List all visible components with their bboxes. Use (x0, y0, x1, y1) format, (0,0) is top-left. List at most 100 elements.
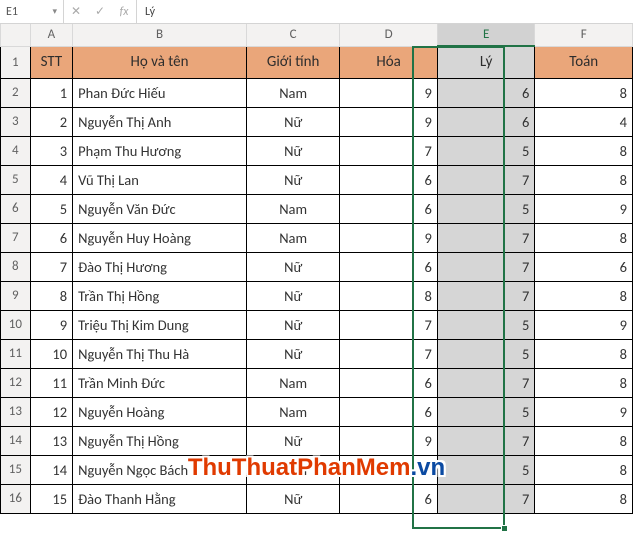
cell[interactable]: 8 (535, 165, 633, 194)
formula-bar-value[interactable]: Lý (137, 5, 163, 19)
cell[interactable]: 7 (437, 165, 535, 194)
row-header[interactable]: 15 (1, 455, 31, 484)
cell[interactable]: 13 (30, 426, 72, 455)
cell[interactable]: 6 (437, 78, 535, 107)
cell[interactable]: Nam (246, 223, 339, 252)
cell[interactable]: Nguyễn Thị Hồng (73, 426, 247, 455)
header-cell[interactable]: Toán (535, 46, 633, 78)
row-header[interactable]: 6 (1, 194, 31, 223)
row-header[interactable]: 9 (1, 281, 31, 310)
col-header-B[interactable]: B (73, 24, 247, 46)
cell[interactable]: 5 (437, 339, 535, 368)
cell[interactable]: Triệu Thị Kim Dung (73, 310, 247, 339)
cell[interactable]: Nam (246, 194, 339, 223)
cell[interactable]: Nguyễn Thị Anh (73, 107, 247, 136)
cell[interactable]: 5 (437, 310, 535, 339)
cell[interactable]: 4 (535, 107, 633, 136)
cell[interactable]: 6 (535, 252, 633, 281)
fx-icon[interactable]: fx (112, 0, 136, 23)
cell[interactable]: 7 (30, 252, 72, 281)
header-cell[interactable]: STT (30, 46, 72, 78)
cell[interactable]: Nữ (246, 252, 339, 281)
cell[interactable]: 7 (437, 223, 535, 252)
cell[interactable]: Nam (246, 368, 339, 397)
cell[interactable]: 9 (535, 194, 633, 223)
cell[interactable]: 8 (535, 78, 633, 107)
cell[interactable]: 15 (30, 484, 72, 513)
cell[interactable]: 3 (30, 136, 72, 165)
cell[interactable]: 8 (535, 223, 633, 252)
header-cell[interactable]: Họ và tên (73, 46, 247, 78)
cell[interactable]: Nguyễn Ngọc Bách (73, 455, 247, 484)
row-header[interactable]: 8 (1, 252, 31, 281)
cell[interactable]: 9 (340, 223, 438, 252)
cell[interactable]: Đào Thanh Hằng (73, 484, 247, 513)
cell[interactable]: Nam (246, 455, 339, 484)
col-header-D[interactable]: D (340, 24, 438, 46)
row-header[interactable]: 4 (1, 136, 31, 165)
cell[interactable]: 5 (437, 397, 535, 426)
cell[interactable]: 5 (437, 136, 535, 165)
cell[interactable]: 6 (340, 252, 438, 281)
col-header-F[interactable]: F (535, 24, 633, 46)
cell[interactable]: 9 (340, 107, 438, 136)
cell[interactable]: 4 (30, 165, 72, 194)
cell[interactable]: 7 (340, 136, 438, 165)
cell[interactable]: Đào Thị Hương (73, 252, 247, 281)
cell[interactable]: 9 (30, 310, 72, 339)
row-header[interactable]: 11 (1, 339, 31, 368)
cell[interactable]: 6 (437, 107, 535, 136)
row-header[interactable]: 13 (1, 397, 31, 426)
cell[interactable]: 6 (340, 194, 438, 223)
cell[interactable]: 7 (437, 484, 535, 513)
cell[interactable]: Phan Đức Hiếu (73, 78, 247, 107)
col-header-A[interactable]: A (30, 24, 72, 46)
cell[interactable]: Trần Thị Hồng (73, 281, 247, 310)
cell[interactable]: 7 (437, 368, 535, 397)
cell[interactable]: 5 (437, 455, 535, 484)
row-header[interactable]: 3 (1, 107, 31, 136)
row-header[interactable]: 2 (1, 78, 31, 107)
cell[interactable]: 6 (340, 368, 438, 397)
cell[interactable]: Nữ (246, 339, 339, 368)
row-header[interactable]: 12 (1, 368, 31, 397)
cell[interactable]: 9 (535, 397, 633, 426)
col-header-C[interactable]: C (246, 24, 339, 46)
cell[interactable]: 7 (437, 252, 535, 281)
cell[interactable]: 8 (340, 281, 438, 310)
cell[interactable]: 7 (340, 455, 438, 484)
fill-handle[interactable] (501, 525, 508, 532)
cell[interactable]: 2 (30, 107, 72, 136)
cell[interactable]: 9 (340, 426, 438, 455)
cell[interactable]: 5 (30, 194, 72, 223)
cell[interactable]: Nữ (246, 107, 339, 136)
cell[interactable]: Nam (246, 78, 339, 107)
cell[interactable]: 6 (340, 397, 438, 426)
cell[interactable]: 8 (535, 281, 633, 310)
cell[interactable]: 11 (30, 368, 72, 397)
cell[interactable]: 5 (437, 194, 535, 223)
cell[interactable]: Nữ (246, 136, 339, 165)
col-header-E[interactable]: E (437, 24, 535, 46)
select-all-corner[interactable] (1, 24, 31, 46)
row-header[interactable]: 14 (1, 426, 31, 455)
cell[interactable]: Phạm Thu Hương (73, 136, 247, 165)
cell[interactable]: Nữ (246, 484, 339, 513)
cell[interactable]: 8 (535, 368, 633, 397)
row-header[interactable]: 1 (1, 46, 31, 78)
cell[interactable]: Nguyễn Hoàng (73, 397, 247, 426)
cell[interactable]: 8 (30, 281, 72, 310)
cell[interactable]: 7 (340, 339, 438, 368)
cell[interactable]: 1 (30, 78, 72, 107)
cell[interactable]: Vũ Thị Lan (73, 165, 247, 194)
row-header[interactable]: 16 (1, 484, 31, 513)
cell[interactable]: 9 (535, 310, 633, 339)
cell[interactable]: 9 (340, 78, 438, 107)
cell[interactable]: 10 (30, 339, 72, 368)
cell[interactable]: 6 (30, 223, 72, 252)
cell[interactable]: 7 (437, 426, 535, 455)
cell[interactable]: 6 (340, 484, 438, 513)
cell[interactable]: 12 (30, 397, 72, 426)
cell[interactable]: 14 (30, 455, 72, 484)
header-cell[interactable]: Lý (437, 46, 535, 78)
